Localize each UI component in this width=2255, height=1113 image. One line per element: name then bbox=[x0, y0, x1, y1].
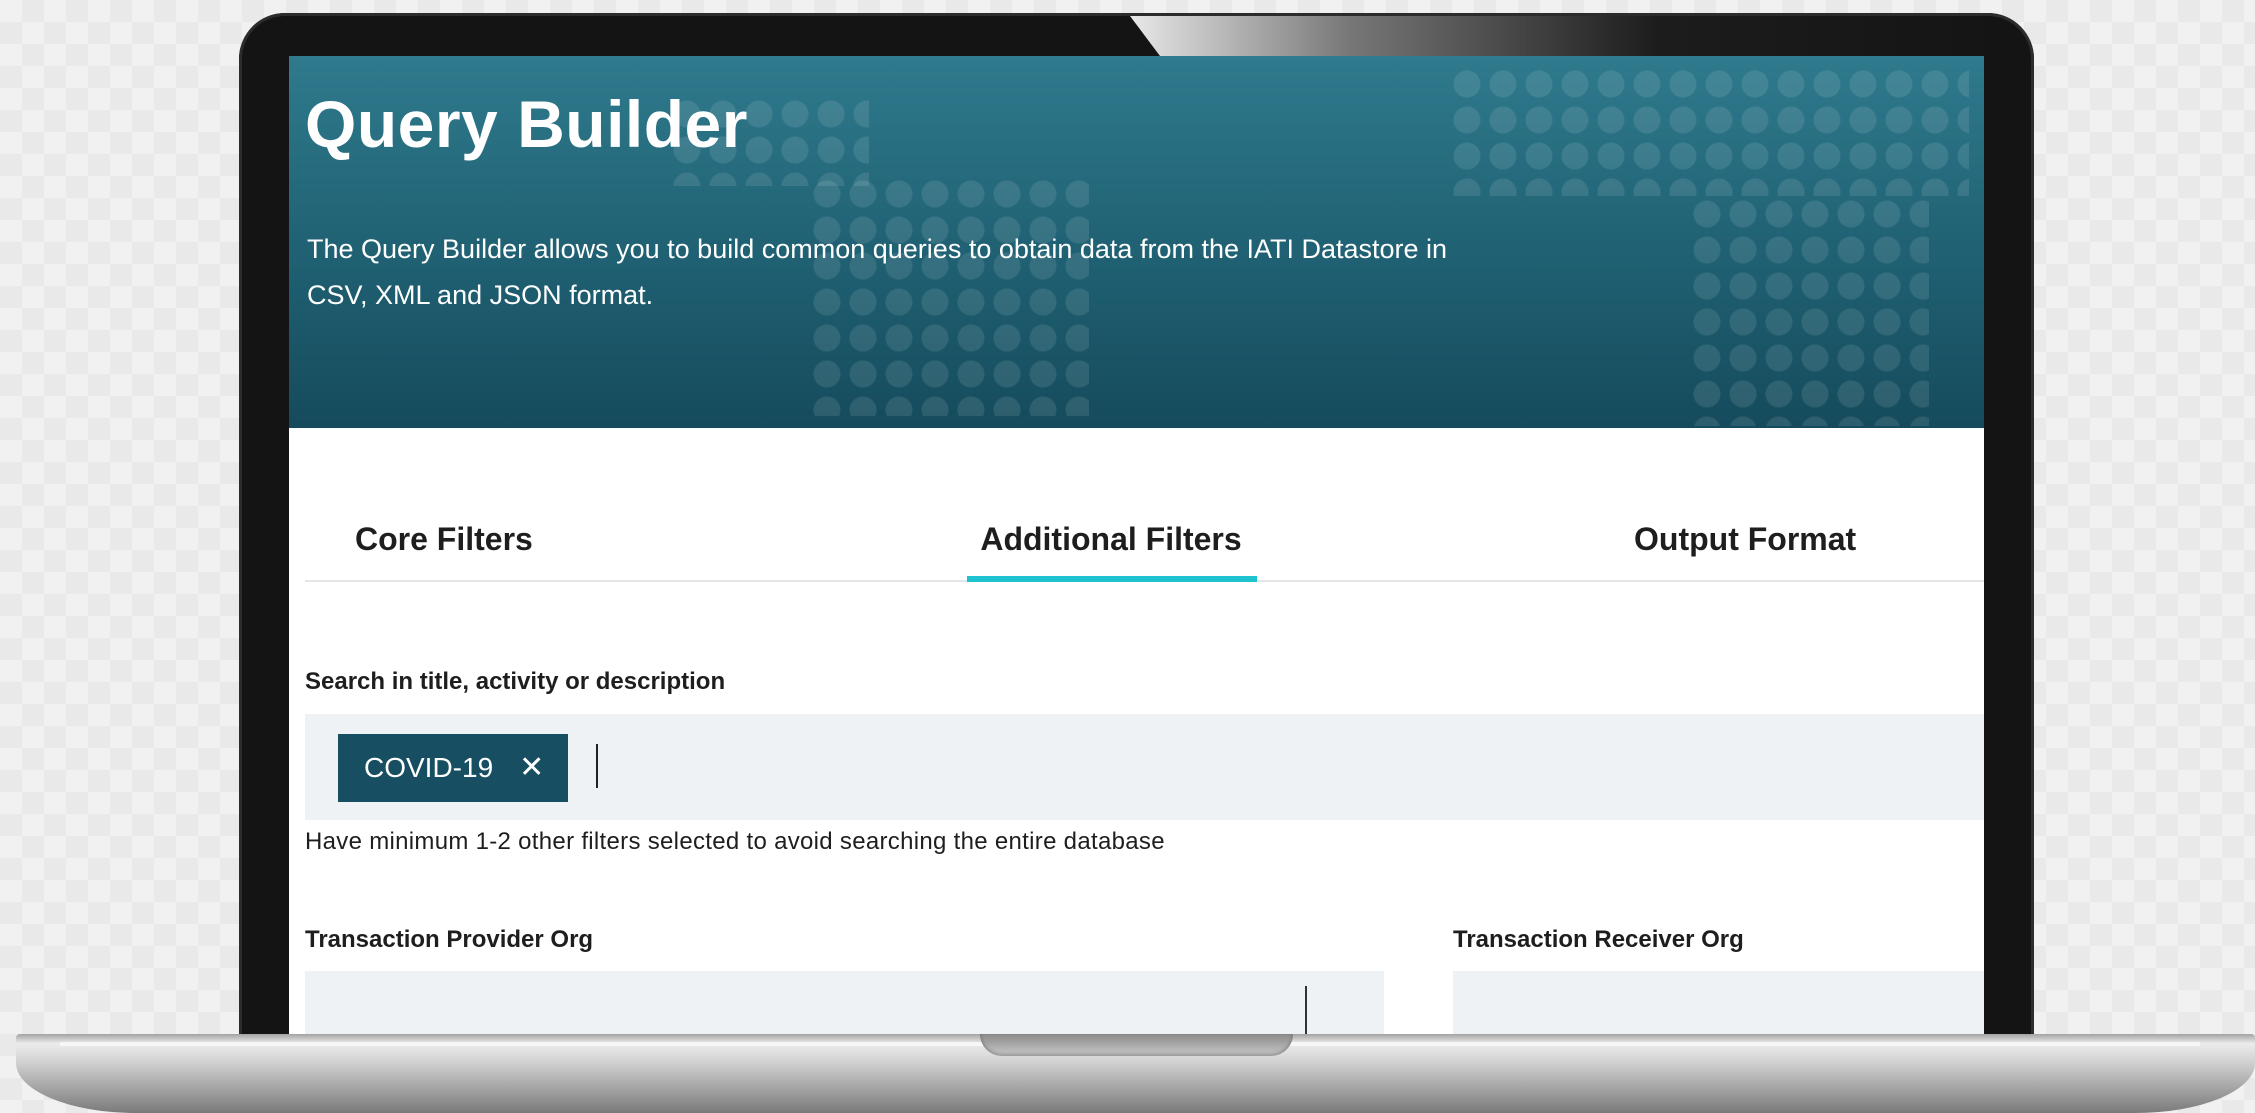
text-cursor bbox=[596, 744, 598, 788]
provider-org-label: Transaction Provider Org bbox=[305, 926, 594, 953]
search-input[interactable]: COVID-19 ✕ bbox=[305, 714, 1984, 820]
search-hint: Have minimum 1-2 other filters selected … bbox=[305, 828, 1165, 855]
dot-pattern-right bbox=[1449, 66, 1969, 196]
search-label: Search in title, activity or description bbox=[305, 668, 726, 695]
filter-tabs: Core Filters Additional Filters Output F… bbox=[305, 510, 1984, 582]
screen: Query Builder The Query Builder allows y… bbox=[289, 56, 1984, 1036]
provider-org-select[interactable] bbox=[305, 971, 1384, 1036]
dot-pattern-right-lower bbox=[1689, 196, 1929, 426]
hero-banner: Query Builder The Query Builder allows y… bbox=[289, 56, 1984, 428]
receiver-org-select[interactable] bbox=[1453, 971, 1984, 1036]
laptop-base-notch bbox=[980, 1034, 1293, 1056]
search-chip: COVID-19 ✕ bbox=[338, 734, 569, 802]
page-description: The Query Builder allows you to build co… bbox=[307, 234, 1448, 310]
tab-additional-filters[interactable]: Additional Filters bbox=[965, 510, 1257, 580]
close-icon[interactable]: ✕ bbox=[519, 753, 544, 783]
active-tab-indicator bbox=[967, 576, 1257, 582]
tab-output-format[interactable]: Output Format bbox=[1634, 510, 1856, 580]
tab-core-filters[interactable]: Core Filters bbox=[355, 510, 533, 580]
select-divider bbox=[1305, 986, 1307, 1036]
receiver-org-label: Transaction Receiver Org bbox=[1453, 926, 1744, 953]
chip-label: COVID-19 bbox=[364, 752, 494, 783]
page-title: Query Builder bbox=[305, 87, 748, 161]
lid-glare bbox=[1130, 16, 2010, 56]
